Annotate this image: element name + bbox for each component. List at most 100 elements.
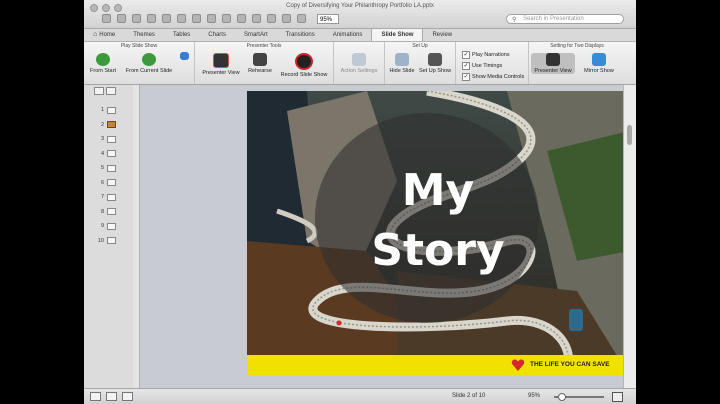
slide-thumbnail[interactable] (107, 135, 116, 143)
two-displays-group: Setting for Two Displays Presenter View … (529, 42, 625, 84)
tab-home[interactable]: ⌂ Home (84, 29, 124, 41)
slide-thumbnail-row[interactable]: 1 (92, 103, 116, 118)
document-title: Copy of Diversifying Your Philanthropy P… (286, 3, 434, 9)
hide-slide-button[interactable]: Hide Slide (387, 53, 417, 74)
title-bar: Copy of Diversifying Your Philanthropy P… (84, 0, 636, 29)
rehearse-icon (253, 53, 267, 66)
templates-icon[interactable] (117, 14, 126, 23)
record-slide-show-button[interactable]: Record Slide Show (277, 53, 331, 78)
format-painter-icon[interactable] (222, 14, 231, 23)
ribbon: Play Slide Show From Start From Current … (84, 42, 636, 85)
slide-thumbnail[interactable] (107, 106, 116, 114)
custom-show-icon (179, 52, 189, 60)
play-narrations-checkbox[interactable]: ✓ Play Narrations (462, 51, 510, 59)
search-placeholder: Search in Presentation (523, 16, 584, 22)
slide-thumbnail-row[interactable]: 9 (92, 219, 116, 234)
slide-thumbnail-row[interactable]: 10 (92, 234, 116, 249)
from-current-slide-button[interactable]: From Current Slide (122, 53, 176, 74)
insert-slide-icon[interactable] (267, 14, 276, 23)
normal-view-button[interactable] (90, 392, 101, 401)
tab-animations[interactable]: Animations (324, 29, 372, 41)
tab-slide-show[interactable]: Slide Show (371, 29, 424, 41)
slide-thumbnail-row[interactable]: 7 (92, 190, 116, 205)
slide-thumbnail[interactable] (107, 237, 116, 245)
tab-charts[interactable]: Charts (199, 29, 235, 41)
hide-slide-icon (395, 53, 409, 66)
slide-2[interactable]: My Story THE LIFE YOU CAN SAVE (247, 91, 629, 375)
action-settings-icon (352, 53, 366, 66)
cut-icon[interactable] (177, 14, 186, 23)
paste-icon[interactable] (207, 14, 216, 23)
pane-view-toggle (94, 87, 116, 95)
use-timings-checkbox[interactable]: ✓ Use Timings (462, 62, 502, 70)
fit-to-window-button[interactable] (612, 392, 623, 402)
slide-thumbnail[interactable] (107, 193, 116, 201)
playback-options-group: ✓ Play Narrations ✓ Use Timings ✓ Show M… (456, 42, 529, 84)
set-up-group: Set Up Hide Slide Set Up Show (385, 42, 456, 84)
ribbon-tabs: ⌂ Home Themes Tables Charts SmartArt Tran… (84, 29, 636, 42)
copy-icon[interactable] (192, 14, 201, 23)
status-bar: Slide 2 of 10 95% (84, 388, 636, 404)
record-icon (295, 53, 313, 70)
gallery-icon[interactable] (297, 14, 306, 23)
undo-icon[interactable] (237, 14, 246, 23)
rehearse-button[interactable]: Rehearse (245, 53, 275, 74)
redo-icon[interactable] (252, 14, 261, 23)
outline-view-button[interactable] (106, 87, 116, 95)
presenter-view-icon (213, 53, 229, 68)
slide-thumbnail-row[interactable]: 6 (92, 176, 116, 191)
zoom-select[interactable]: 95% (317, 14, 339, 24)
presenter-view-display-button[interactable]: Presenter View (531, 53, 575, 74)
presenter-view-button[interactable]: Presenter View (201, 53, 241, 76)
custom-show-button[interactable] (178, 52, 190, 62)
heart-logo-icon (511, 359, 525, 371)
new-presentation-icon[interactable] (102, 14, 111, 23)
print-icon[interactable] (162, 14, 171, 23)
play-current-icon (142, 53, 156, 66)
show-media-controls-checkbox[interactable]: ✓ Show Media Controls (462, 73, 524, 81)
slide-thumbnail[interactable] (107, 150, 116, 158)
slide-thumbnail-selected[interactable] (107, 121, 116, 129)
set-up-show-button[interactable]: Set Up Show (417, 53, 453, 74)
group-title-presenter: Presenter Tools (246, 43, 282, 49)
slide-canvas: My Story THE LIFE YOU CAN SAVE (140, 85, 629, 388)
slide-thumbnail[interactable] (107, 179, 116, 187)
vertical-scrollbar[interactable] (623, 85, 636, 388)
presenter-display-icon (546, 53, 560, 66)
tab-themes[interactable]: Themes (124, 29, 164, 41)
slide-title-line1[interactable]: My (247, 165, 629, 216)
slide-thumbnail[interactable] (107, 222, 116, 230)
footer-banner: THE LIFE YOU CAN SAVE (247, 355, 629, 375)
slide-thumbnail-row[interactable]: 3 (92, 132, 116, 147)
slide-thumbnail[interactable] (107, 164, 116, 172)
pane-splitter[interactable] (133, 85, 140, 388)
sidebar-toggle-icon[interactable] (282, 14, 291, 23)
slide-thumbnail-row[interactable]: 2 (92, 118, 116, 133)
open-icon[interactable] (132, 14, 141, 23)
slide-show-view-button[interactable] (122, 392, 133, 401)
slide-sorter-view-button[interactable] (106, 392, 117, 401)
standard-toolbar (102, 14, 306, 23)
checkmark-icon: ✓ (462, 73, 470, 81)
tab-tables[interactable]: Tables (164, 29, 199, 41)
from-start-button[interactable]: From Start (88, 53, 118, 74)
slides-view-button[interactable] (94, 87, 104, 95)
search-icon: ⚲ (512, 17, 517, 23)
zoom-slider-knob[interactable] (558, 393, 566, 401)
slide-title-line2[interactable]: Story (247, 225, 629, 276)
slide-thumbnail-row[interactable]: 4 (92, 147, 116, 162)
slide-thumbnail[interactable] (107, 208, 116, 216)
mirror-show-button[interactable]: Mirror Show (579, 53, 619, 74)
tab-transitions[interactable]: Transitions (277, 29, 324, 41)
set-up-show-icon (428, 53, 442, 66)
play-start-icon (96, 53, 110, 66)
tab-smartart[interactable]: SmartArt (235, 29, 277, 41)
slide-thumbnail-row[interactable]: 5 (92, 161, 116, 176)
action-settings-button[interactable]: Action Settings (336, 53, 382, 74)
tab-review[interactable]: Review (423, 29, 461, 41)
powerpoint-window: Copy of Diversifying Your Philanthropy P… (84, 0, 636, 404)
scrollbar-thumb[interactable] (627, 125, 632, 145)
slide-thumbnail-row[interactable]: 8 (92, 205, 116, 220)
save-icon[interactable] (147, 14, 156, 23)
search-input[interactable]: ⚲ Search in Presentation (506, 14, 624, 24)
